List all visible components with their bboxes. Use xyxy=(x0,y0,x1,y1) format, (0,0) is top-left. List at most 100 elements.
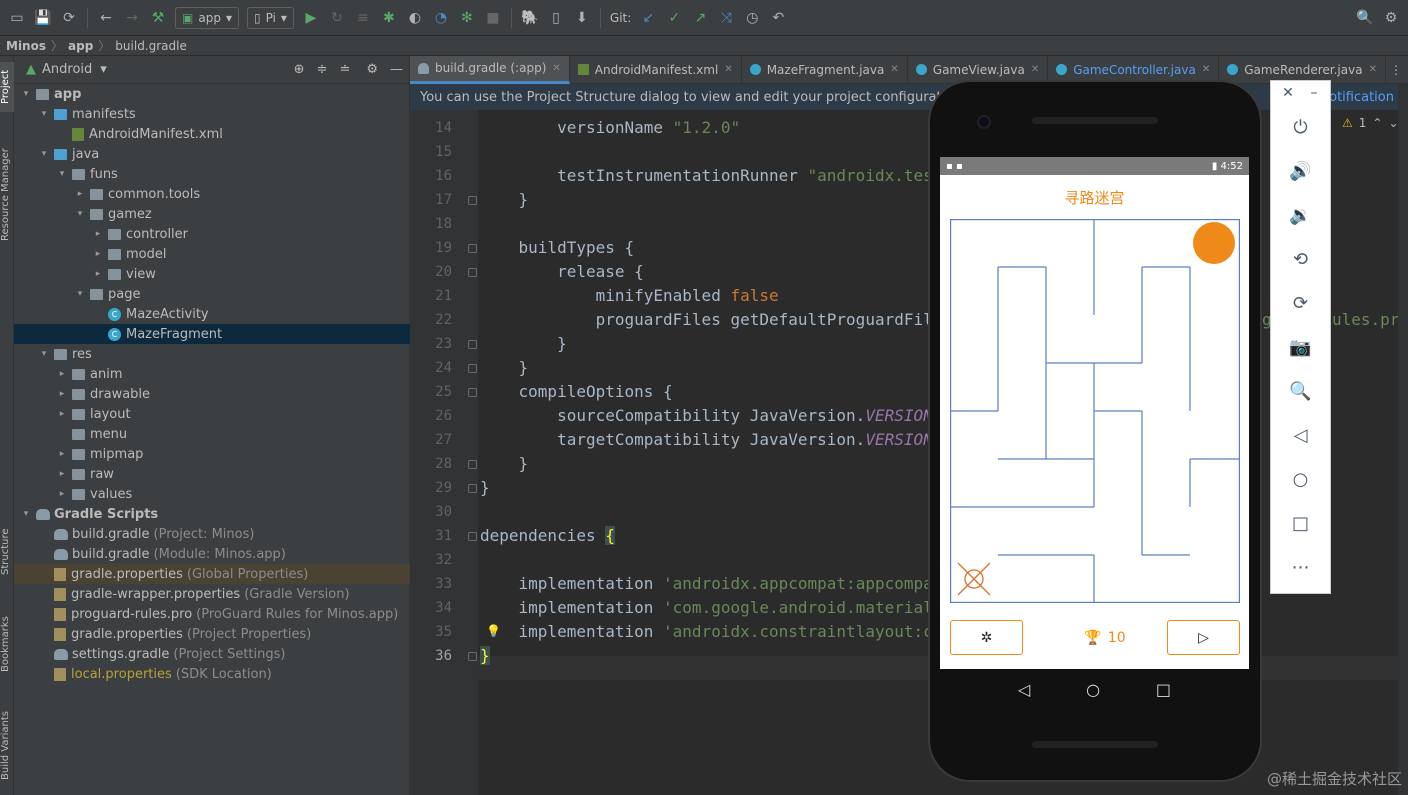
view-mode-select[interactable]: Android xyxy=(42,62,92,77)
tree-item[interactable]: build.gradle (Module: Minos.app) xyxy=(14,544,410,564)
build-hammer-icon[interactable]: ⚒ xyxy=(147,7,169,29)
reset-button[interactable]: ✲ xyxy=(950,620,1023,655)
overview-icon[interactable]: □ xyxy=(1271,513,1330,534)
hide-panel-icon[interactable]: — xyxy=(390,62,403,77)
gradle-sync-icon[interactable]: 🐘 xyxy=(519,7,541,29)
collapse-chevron-icon[interactable]: ▸ xyxy=(74,189,86,199)
fold-marker-icon[interactable] xyxy=(468,244,477,253)
banner-link[interactable]: otification xyxy=(1329,90,1394,105)
tree-item[interactable]: ▾ gamez xyxy=(14,204,410,224)
tree-item[interactable]: ▸ common.tools xyxy=(14,184,410,204)
tab-close-icon[interactable]: ✕ xyxy=(1202,64,1210,75)
expand-chevron-icon[interactable]: ▾ xyxy=(20,509,32,519)
expand-chevron-icon[interactable]: ▾ xyxy=(38,109,50,119)
play-button[interactable]: ▷ xyxy=(1167,620,1240,655)
apply-changes-icon[interactable]: ≡ xyxy=(352,7,374,29)
chevron-down-icon[interactable]: ▾ xyxy=(100,62,107,77)
maze-board[interactable] xyxy=(950,219,1240,603)
tabs-menu-icon[interactable]: ⋮ xyxy=(1390,63,1402,77)
run-icon[interactable]: ▶ xyxy=(300,7,322,29)
resource-manager-tool-tab[interactable]: Resource Manager xyxy=(0,140,14,250)
tree-item[interactable]: C MazeActivity xyxy=(14,304,410,324)
fold-marker-icon[interactable] xyxy=(468,532,477,541)
fold-marker-icon[interactable] xyxy=(468,388,477,397)
build-variants-tool-tab[interactable]: Build Variants xyxy=(0,706,14,786)
tree-item[interactable]: ▸ mipmap xyxy=(14,444,410,464)
camera-icon[interactable]: 📷 xyxy=(1271,337,1330,358)
locate-icon[interactable]: ⊕ xyxy=(294,62,305,77)
tree-item[interactable]: ▸ anim xyxy=(14,364,410,384)
fold-marker-icon[interactable] xyxy=(468,340,477,349)
tree-item[interactable]: ▾ page xyxy=(14,284,410,304)
structure-tool-tab[interactable]: Structure xyxy=(0,522,14,582)
git-compare-icon[interactable]: ⤨ xyxy=(715,7,737,29)
collapse-chevron-icon[interactable]: ▸ xyxy=(92,229,104,239)
collapse-chevron-icon[interactable]: ▸ xyxy=(56,369,68,379)
breadcrumb-project[interactable]: Minos xyxy=(6,39,46,53)
git-history-icon[interactable]: ◷ xyxy=(741,7,763,29)
tree-item[interactable]: AndroidManifest.xml xyxy=(14,124,410,144)
rotate-left-icon[interactable]: ⟲ xyxy=(1271,249,1330,270)
fold-marker-icon[interactable] xyxy=(468,484,477,493)
power-icon[interactable]: ⏻ xyxy=(1271,117,1330,138)
project-tool-tab[interactable]: Project xyxy=(0,62,14,112)
editor-tab[interactable]: AndroidManifest.xml ✕ xyxy=(570,55,742,84)
fold-marker-icon[interactable] xyxy=(468,268,477,277)
tree-item[interactable]: gradle.properties (Project Properties) xyxy=(14,624,410,644)
debug-icon[interactable]: ✱ xyxy=(378,7,400,29)
fold-marker-icon[interactable] xyxy=(468,364,477,373)
rotate-right-icon[interactable]: ⟳ xyxy=(1271,293,1330,314)
tab-close-icon[interactable]: ✕ xyxy=(1369,64,1377,75)
collapse-chevron-icon[interactable]: ▸ xyxy=(56,449,68,459)
tree-item[interactable]: C MazeFragment xyxy=(14,324,410,344)
tree-item[interactable]: ▸ view xyxy=(14,264,410,284)
recents-nav-icon[interactable]: □ xyxy=(1156,680,1171,699)
collapse-chevron-icon[interactable]: ▸ xyxy=(92,269,104,279)
tab-close-icon[interactable]: ✕ xyxy=(552,63,560,74)
back-icon[interactable]: ◁ xyxy=(1271,425,1330,446)
collapse-all-icon[interactable]: ≐ xyxy=(339,62,350,77)
home-icon[interactable]: ○ xyxy=(1271,469,1330,490)
tab-close-icon[interactable]: ✕ xyxy=(1031,64,1039,75)
stop-icon[interactable]: ■ xyxy=(482,7,504,29)
fold-marker-icon[interactable] xyxy=(468,652,477,661)
tree-item[interactable]: ▾ java xyxy=(14,144,410,164)
open-folder-icon[interactable]: ▭ xyxy=(6,7,28,29)
sync-icon[interactable]: ⟳ xyxy=(58,7,80,29)
back-nav-icon[interactable]: ◁ xyxy=(1018,680,1030,699)
tree-item[interactable]: ▾ res xyxy=(14,344,410,364)
git-update-icon[interactable]: ↙ xyxy=(637,7,659,29)
expand-chevron-icon[interactable]: ▾ xyxy=(38,149,50,159)
prev-highlight-icon[interactable]: ⌃ xyxy=(1372,116,1382,130)
editor-tab[interactable]: MazeFragment.java ✕ xyxy=(742,55,908,84)
tree-item[interactable]: build.gradle (Project: Minos) xyxy=(14,524,410,544)
search-icon[interactable]: 🔍 xyxy=(1354,7,1376,29)
editor-scrollbar[interactable] xyxy=(1398,84,1408,795)
tree-item[interactable]: ▸ layout xyxy=(14,404,410,424)
collapse-chevron-icon[interactable]: ▸ xyxy=(56,469,68,479)
tree-item[interactable]: ▸ controller xyxy=(14,224,410,244)
breadcrumb-file[interactable]: build.gradle xyxy=(115,39,187,53)
expand-chevron-icon[interactable]: ▾ xyxy=(74,209,86,219)
back-icon[interactable]: ← xyxy=(95,7,117,29)
tree-item[interactable]: gradle.properties (Global Properties) xyxy=(14,564,410,584)
minimize-icon[interactable]: – xyxy=(1299,85,1329,101)
expand-chevron-icon[interactable]: ▾ xyxy=(20,89,32,99)
fold-marker-icon[interactable] xyxy=(468,460,477,469)
tree-item[interactable]: local.properties (SDK Location) xyxy=(14,664,410,684)
forward-icon[interactable]: → xyxy=(121,7,143,29)
expand-chevron-icon[interactable]: ▾ xyxy=(38,349,50,359)
expand-all-icon[interactable]: ≑ xyxy=(317,62,328,77)
run-config-select[interactable]: ▣ app ▾ xyxy=(175,6,239,29)
rerun-icon[interactable]: ↻ xyxy=(326,7,348,29)
git-rollback-icon[interactable]: ↶ xyxy=(767,7,789,29)
volume-down-icon[interactable]: 🔉 xyxy=(1271,205,1330,226)
save-icon[interactable]: 💾 xyxy=(32,7,54,29)
tree-item[interactable]: menu xyxy=(14,424,410,444)
avd-manager-icon[interactable]: ▯ xyxy=(545,7,567,29)
attach-debugger-icon[interactable]: ✻ xyxy=(456,7,478,29)
tree-item[interactable]: ▾ funs xyxy=(14,164,410,184)
git-push-icon[interactable]: ↗ xyxy=(689,7,711,29)
emulator-screen[interactable]: ▪ ▪ ▮ 4:52 寻路迷宫 ✲ 🏆 10 ▷ xyxy=(940,157,1249,669)
sdk-manager-icon[interactable]: ⬇ xyxy=(571,7,593,29)
